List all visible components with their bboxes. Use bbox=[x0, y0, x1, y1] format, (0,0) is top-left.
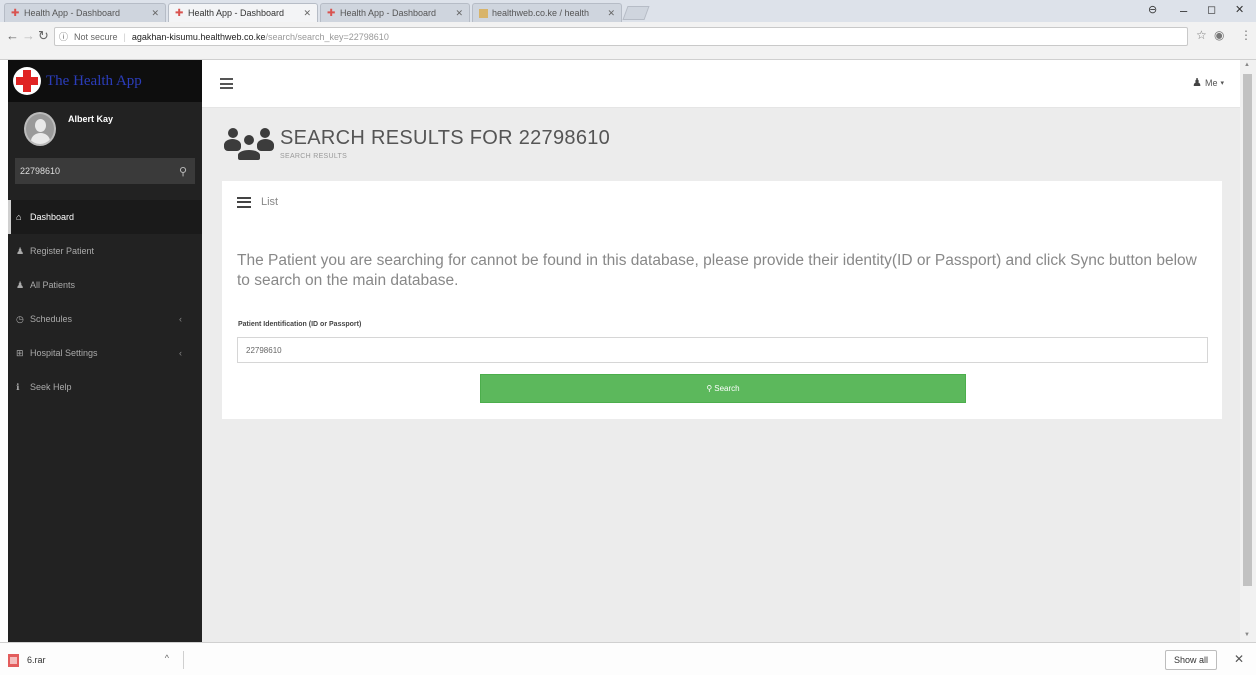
sidebar-item-label: Dashboard bbox=[30, 212, 75, 222]
browser-tab-title: Health App - Dashboard bbox=[340, 8, 437, 18]
panel-heading: List bbox=[237, 196, 278, 208]
close-icon[interactable]: ✕ bbox=[303, 8, 311, 19]
sidebar-search: ⚲ bbox=[15, 158, 195, 184]
user-name: Albert Kay bbox=[68, 114, 114, 124]
browser-tab[interactable]: ✚ Health App - Dashboard ✕ bbox=[4, 3, 166, 22]
download-bar: 6.rar ^ Show all ✕ bbox=[0, 642, 1256, 675]
health-cross-icon: ✚ bbox=[11, 7, 20, 19]
hamburger-menu-icon[interactable] bbox=[220, 78, 233, 89]
sidebar-item-label: All Patients bbox=[30, 280, 76, 290]
search-button-label: Search bbox=[714, 384, 740, 393]
browser-tab-title: healthweb.co.ke / health bbox=[492, 8, 590, 18]
maximize-icon[interactable]: ◻ bbox=[1207, 3, 1216, 16]
patient-id-label: Patient Identification (ID or Passport) bbox=[238, 321, 362, 328]
minimize-icon[interactable]: – bbox=[1180, 3, 1187, 18]
sidebar-item-label: Register Patient bbox=[30, 246, 95, 256]
browser-tab-title: Health App - Dashboard bbox=[188, 8, 285, 18]
health-cross-logo-icon bbox=[13, 67, 41, 95]
brand[interactable]: The Health App bbox=[8, 60, 202, 102]
url-host: agakhan-kisumu.healthweb.co.ke bbox=[131, 31, 266, 42]
security-label: Not secure bbox=[74, 31, 118, 42]
archive-file-icon bbox=[8, 653, 19, 667]
sidebar-item-all-patients[interactable]: ♟ All Patients bbox=[8, 268, 202, 302]
close-icon[interactable]: ✕ bbox=[455, 8, 463, 19]
user-menu-dropdown[interactable]: ♟ Me ▾ bbox=[1192, 76, 1224, 89]
results-panel: List The Patient you are searching for c… bbox=[222, 181, 1222, 419]
chevron-left-icon: ‹ bbox=[179, 314, 182, 324]
sidebar-item-schedules[interactable]: ◷ Schedules ‹ bbox=[8, 302, 202, 336]
sidebar-item-label: Schedules bbox=[30, 314, 73, 324]
search-button[interactable]: ⚲ Search bbox=[480, 374, 966, 403]
caret-up-icon[interactable]: ^ bbox=[165, 653, 169, 663]
close-icon[interactable]: ✕ bbox=[1234, 652, 1244, 666]
list-icon bbox=[237, 196, 251, 208]
user-icon: ♟ bbox=[16, 245, 25, 256]
sidebar: The Health App Albert Kay ⚲ ⌂ Dashboard … bbox=[8, 60, 202, 642]
info-icon: ⓘ bbox=[59, 32, 69, 42]
forward-icon[interactable]: → bbox=[22, 28, 35, 43]
search-icon[interactable]: ⚲ bbox=[179, 165, 187, 178]
users-icon: ♟ bbox=[16, 279, 25, 290]
close-icon[interactable]: ✕ bbox=[607, 8, 615, 19]
search-icon: ⚲ bbox=[706, 384, 713, 393]
profile-icon[interactable]: ⊖ bbox=[1148, 3, 1157, 16]
info-icon: ℹ bbox=[16, 381, 20, 392]
page-header: SEARCH RESULTS FOR 22798610 SEARCH RESUL… bbox=[224, 122, 610, 162]
panel-title: List bbox=[261, 196, 279, 208]
home-icon: ⌂ bbox=[16, 212, 22, 222]
back-icon[interactable]: ← bbox=[6, 28, 19, 43]
browser-tab-title: Health App - Dashboard bbox=[24, 8, 121, 18]
address-separator: | bbox=[123, 31, 126, 42]
clock-icon: ◷ bbox=[16, 313, 24, 324]
page-subtitle: SEARCH RESULTS bbox=[280, 153, 348, 160]
person-icon: ♟ bbox=[1192, 77, 1202, 89]
not-found-message: The Patient you are searching for cannot… bbox=[237, 252, 1197, 289]
patient-id-input[interactable] bbox=[237, 337, 1208, 363]
users-group-icon bbox=[224, 124, 274, 162]
health-cross-icon: ✚ bbox=[175, 7, 184, 19]
browser-toolbar: ← → ↻ ⓘ Not secure | agakhan-kisumu.heal… bbox=[0, 22, 1256, 60]
chevron-left-icon: ‹ bbox=[179, 348, 182, 358]
sidebar-item-hospital-settings[interactable]: ⊞ Hospital Settings ‹ bbox=[8, 336, 202, 370]
user-menu-label: Me bbox=[1204, 77, 1218, 88]
scroll-down-icon[interactable]: ▼ bbox=[1244, 632, 1250, 638]
top-navbar: ♟ Me ▾ bbox=[202, 60, 1240, 108]
sidebar-menu: ⌂ Dashboard ♟ Register Patient ♟ All Pat… bbox=[8, 200, 202, 404]
show-all-downloads-button[interactable]: Show all bbox=[1165, 650, 1217, 670]
extension-icon[interactable]: ◉ bbox=[1214, 28, 1224, 42]
sidebar-item-seek-help[interactable]: ℹ Seek Help bbox=[8, 370, 202, 404]
close-icon[interactable]: ✕ bbox=[151, 8, 159, 19]
page-title: SEARCH RESULTS FOR 22798610 bbox=[280, 127, 611, 149]
scrollbar-thumb[interactable] bbox=[1243, 74, 1252, 586]
sidebar-item-dashboard[interactable]: ⌂ Dashboard bbox=[8, 200, 202, 234]
sidebar-item-label: Hospital Settings bbox=[30, 348, 98, 358]
scroll-up-icon[interactable]: ▲ bbox=[1244, 62, 1250, 68]
window-close-icon[interactable]: ✕ bbox=[1235, 3, 1244, 16]
sidebar-search-input[interactable] bbox=[20, 166, 179, 176]
browser-tab-active[interactable]: ✚ Health App - Dashboard ✕ bbox=[168, 3, 318, 22]
caret-down-icon: ▾ bbox=[1220, 79, 1224, 87]
bookmark-star-icon[interactable]: ☆ bbox=[1196, 28, 1207, 42]
hospital-icon: ⊞ bbox=[16, 347, 24, 358]
download-item[interactable]: 6.rar ^ bbox=[8, 651, 184, 669]
main-content: SEARCH RESULTS FOR 22798610 SEARCH RESUL… bbox=[202, 108, 1240, 642]
page-scrollbar[interactable]: ▲ ▼ bbox=[1240, 60, 1256, 642]
url-path: /search/search_key=22798610 bbox=[265, 31, 389, 42]
avatar bbox=[24, 112, 56, 146]
sidebar-item-register-patient[interactable]: ♟ Register Patient bbox=[8, 234, 202, 268]
sidebar-item-label: Seek Help bbox=[30, 382, 72, 392]
browser-tab[interactable]: ✚ Health App - Dashboard ✕ bbox=[320, 3, 470, 22]
health-cross-icon: ✚ bbox=[327, 7, 336, 19]
browser-tab[interactable]: healthweb.co.ke / health ✕ bbox=[472, 3, 622, 22]
download-file-name: 6.rar bbox=[27, 655, 46, 665]
browser-tab-strip: ✚ Health App - Dashboard ✕ ✚ Health App … bbox=[0, 0, 1256, 22]
image-icon bbox=[479, 8, 488, 18]
new-tab-button[interactable] bbox=[622, 6, 650, 20]
brand-name: The Health App bbox=[46, 72, 142, 89]
browser-menu-icon[interactable]: ⋮ bbox=[1240, 28, 1252, 42]
address-bar[interactable]: ⓘ Not secure | agakhan-kisumu.healthweb.… bbox=[54, 27, 1188, 46]
reload-icon[interactable]: ↻ bbox=[38, 28, 49, 44]
user-panel: Albert Kay bbox=[8, 102, 202, 152]
